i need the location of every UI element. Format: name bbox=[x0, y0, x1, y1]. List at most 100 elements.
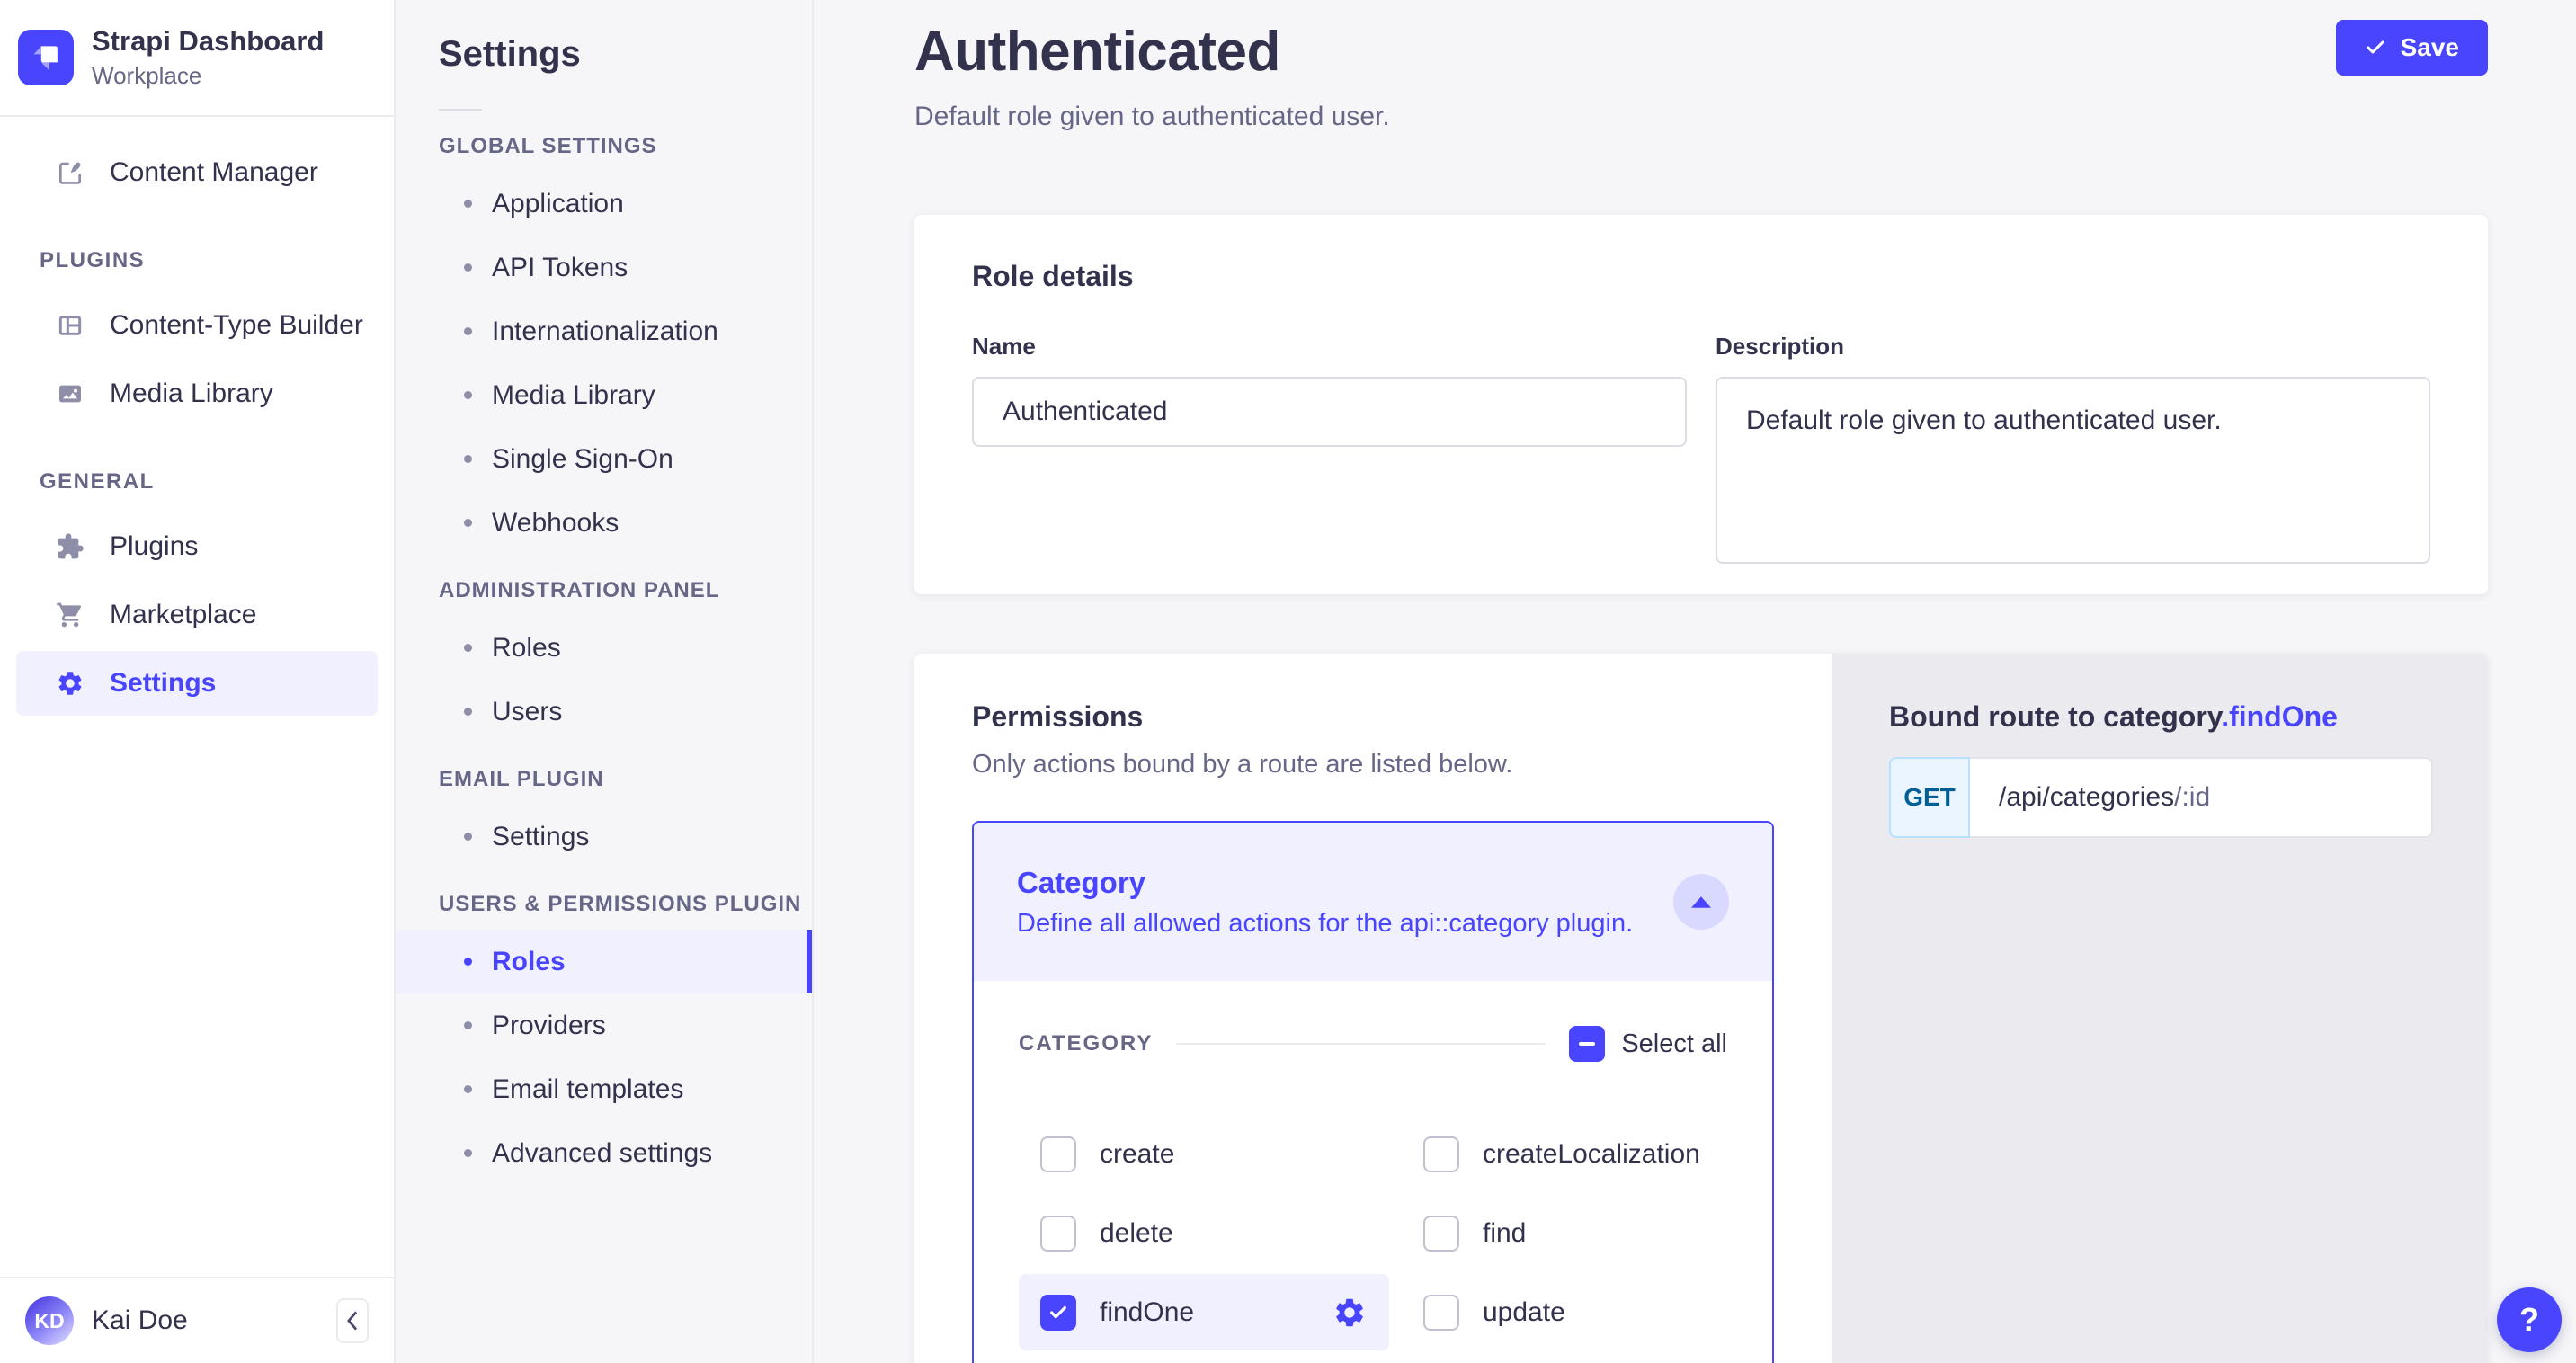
collapse-accordion-button[interactable] bbox=[1673, 874, 1729, 930]
bullet-icon bbox=[464, 644, 472, 652]
subnav-section-label: EMAIL PLUGIN bbox=[439, 767, 812, 792]
subnav-item-admin-roles[interactable]: Roles bbox=[396, 616, 812, 680]
subnav-divider bbox=[439, 109, 482, 111]
delete-checkbox[interactable] bbox=[1040, 1216, 1076, 1252]
name-field-group: Name bbox=[972, 333, 1687, 568]
permissions-heading: Permissions bbox=[972, 700, 1774, 734]
findone-checkbox[interactable] bbox=[1040, 1295, 1076, 1331]
media-library-icon bbox=[56, 379, 85, 408]
category-accordion-body: CATEGORY Select all create bbox=[974, 981, 1772, 1350]
subnav-item-email-templates[interactable]: Email templates bbox=[396, 1057, 812, 1121]
bullet-icon bbox=[464, 833, 472, 841]
bullet-icon bbox=[464, 455, 472, 463]
name-label: Name bbox=[972, 333, 1687, 361]
sidebar-item-content-type-builder[interactable]: Content-Type Builder bbox=[16, 293, 378, 358]
workspace-brand[interactable]: Strapi Dashboard Workplace bbox=[0, 0, 394, 117]
bullet-icon bbox=[464, 200, 472, 208]
permissions-panel: Permissions Only actions bound by a rout… bbox=[914, 654, 1832, 1363]
collapse-sidebar-button[interactable] bbox=[336, 1298, 369, 1343]
user-name: Kai Doe bbox=[92, 1305, 336, 1336]
subnav-section-email-plugin: EMAIL PLUGIN Settings bbox=[396, 767, 812, 869]
subnav-item-single-sign-on[interactable]: Single Sign-On bbox=[396, 427, 812, 491]
main-sidebar: Strapi Dashboard Workplace Content Manag… bbox=[0, 0, 396, 1363]
subnav-title: Settings bbox=[439, 34, 812, 75]
check-icon bbox=[1048, 1303, 1068, 1323]
subnav-section-label: GLOBAL SETTINGS bbox=[439, 134, 812, 159]
strapi-logo-icon bbox=[18, 30, 74, 85]
content-type-builder-icon bbox=[56, 311, 85, 340]
accordion-title: Category bbox=[1017, 866, 1633, 900]
createlocalization-checkbox[interactable] bbox=[1423, 1136, 1459, 1172]
group-label: CATEGORY bbox=[1019, 1031, 1153, 1056]
sidebar-footer: KD Kai Doe bbox=[0, 1277, 394, 1363]
app-root: Strapi Dashboard Workplace Content Manag… bbox=[0, 0, 2576, 1363]
sidebar-item-label: Plugins bbox=[110, 531, 198, 562]
accordion-description: Define all allowed actions for the api::… bbox=[1017, 909, 1633, 939]
sidebar-item-content-manager[interactable]: Content Manager bbox=[16, 140, 378, 205]
bullet-icon bbox=[464, 327, 472, 335]
bound-route-title: Bound route to category.findOne bbox=[1889, 700, 2433, 734]
category-accordion-header[interactable]: Category Define all allowed actions for … bbox=[974, 823, 1772, 981]
update-checkbox[interactable] bbox=[1423, 1295, 1459, 1331]
subnav-item-admin-users[interactable]: Users bbox=[396, 680, 812, 744]
findone-settings-gear-button[interactable] bbox=[1332, 1295, 1368, 1331]
route-display: GET /api/categories/:id bbox=[1889, 757, 2433, 838]
brand-text: Strapi Dashboard Workplace bbox=[92, 25, 324, 90]
marketplace-icon bbox=[56, 601, 85, 629]
chevron-up-icon bbox=[1691, 896, 1711, 908]
subnav-item-api-tokens[interactable]: API Tokens bbox=[396, 236, 812, 299]
permission-cell-create: create bbox=[1019, 1116, 1389, 1192]
name-input[interactable] bbox=[972, 377, 1687, 447]
bound-route-panel: Bound route to category.findOne GET /api… bbox=[1832, 654, 2488, 1363]
group-divider-line bbox=[1176, 1043, 1546, 1045]
description-textarea[interactable]: Default role given to authenticated user… bbox=[1716, 377, 2430, 564]
sidebar-section-general: GENERAL bbox=[40, 469, 394, 494]
subnav-item-up-roles[interactable]: Roles bbox=[396, 930, 812, 993]
accordion-header-text: Category Define all allowed actions for … bbox=[1017, 866, 1633, 939]
save-button[interactable]: Save bbox=[2336, 20, 2488, 76]
subnav-item-application[interactable]: Application bbox=[396, 172, 812, 236]
chevron-left-icon bbox=[345, 1311, 360, 1331]
bullet-icon bbox=[464, 708, 472, 716]
subnav-section-users-permissions-plugin: USERS & PERMISSIONS PLUGIN Roles Provide… bbox=[396, 892, 812, 1185]
sidebar-item-plugins[interactable]: Plugins bbox=[16, 514, 378, 579]
category-group-row: CATEGORY Select all bbox=[1019, 1026, 1727, 1062]
subnav-item-email-settings[interactable]: Settings bbox=[396, 805, 812, 869]
permission-cell-update: update bbox=[1402, 1274, 1727, 1350]
bullet-icon bbox=[464, 958, 472, 966]
sidebar-item-media-library[interactable]: Media Library bbox=[16, 361, 378, 426]
sidebar-item-marketplace[interactable]: Marketplace bbox=[16, 583, 378, 647]
http-method-badge: GET bbox=[1889, 757, 1970, 838]
subnav-item-webhooks[interactable]: Webhooks bbox=[396, 491, 812, 555]
permission-cell-findone: findOne bbox=[1019, 1274, 1389, 1350]
select-all-checkbox[interactable] bbox=[1569, 1026, 1605, 1062]
permissions-subtitle: Only actions bound by a route are listed… bbox=[972, 750, 1774, 779]
subnav-item-internationalization[interactable]: Internationalization bbox=[396, 299, 812, 363]
subnav-item-providers[interactable]: Providers bbox=[396, 993, 812, 1057]
workspace-subtitle: Workplace bbox=[92, 62, 324, 90]
help-button[interactable]: ? bbox=[2497, 1287, 2562, 1352]
sidebar-section-plugins: PLUGINS bbox=[40, 248, 394, 273]
plugins-icon bbox=[56, 532, 85, 561]
permissions-grid: create createLocalization delete bbox=[1019, 1116, 1727, 1350]
bullet-icon bbox=[464, 1149, 472, 1157]
page-header: Authenticated Default role given to auth… bbox=[914, 20, 2488, 132]
page-subtitle: Default role given to authenticated user… bbox=[914, 102, 1390, 132]
sidebar-menu: Content Manager PLUGINS Content-Type Bui… bbox=[0, 117, 394, 1277]
role-details-fields: Name Description Default role given to a… bbox=[972, 333, 2430, 568]
find-checkbox[interactable] bbox=[1423, 1216, 1459, 1252]
sidebar-item-label: Marketplace bbox=[110, 600, 256, 630]
page-title: Authenticated bbox=[914, 20, 1390, 84]
user-avatar[interactable]: KD bbox=[25, 1296, 74, 1345]
role-details-card: Role details Name Description Default ro… bbox=[914, 215, 2488, 594]
main-content: Authenticated Default role given to auth… bbox=[814, 0, 2576, 1363]
create-checkbox[interactable] bbox=[1040, 1136, 1076, 1172]
subnav-item-media-library[interactable]: Media Library bbox=[396, 363, 812, 427]
sidebar-item-label: Settings bbox=[110, 668, 216, 699]
subnav-section-label: USERS & PERMISSIONS PLUGIN bbox=[439, 892, 812, 917]
content-manager-icon bbox=[56, 158, 85, 187]
check-icon bbox=[2365, 37, 2386, 58]
subnav-item-advanced-settings[interactable]: Advanced settings bbox=[396, 1121, 812, 1185]
sidebar-item-settings[interactable]: Settings bbox=[16, 651, 378, 716]
bullet-icon bbox=[464, 263, 472, 272]
